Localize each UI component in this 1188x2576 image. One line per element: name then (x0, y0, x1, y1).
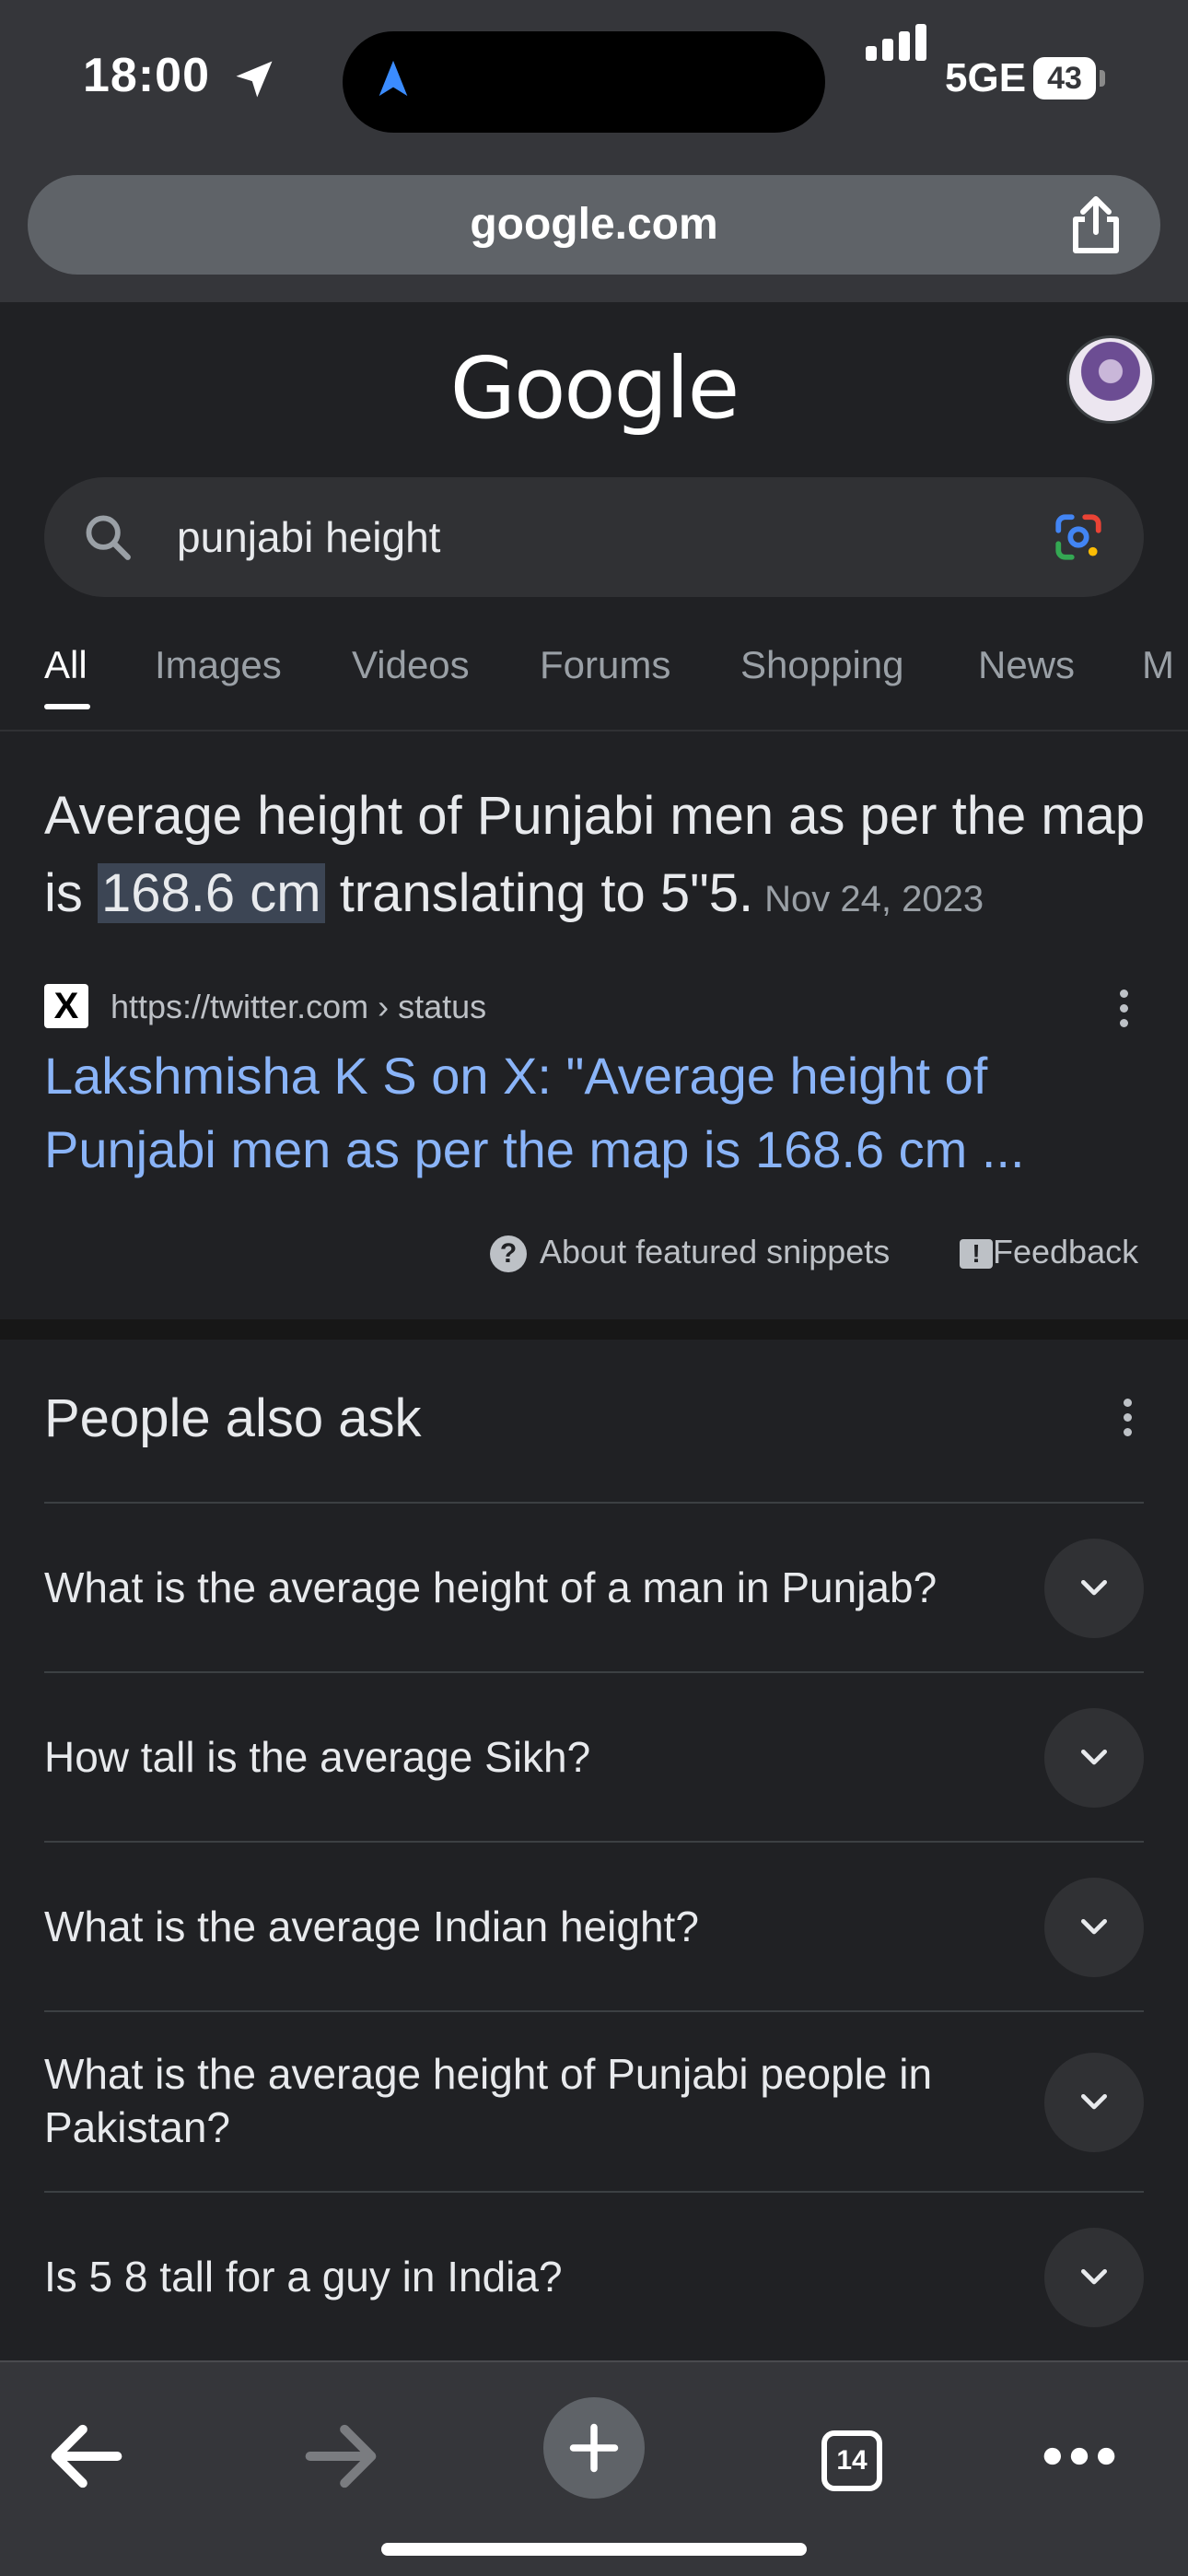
forward-arrow-icon[interactable] (295, 2410, 387, 2502)
network-label: 5GE (945, 55, 1027, 100)
address-bar[interactable]: google.com (28, 175, 1160, 275)
people-also-ask-list: What is the average height of a man in P… (44, 1502, 1144, 2360)
tab-count: 14 (821, 2430, 882, 2491)
battery-icon: 43 (1033, 57, 1096, 100)
dynamic-island (343, 31, 825, 133)
chevron-down-icon (1081, 1919, 1107, 1935)
chevron-down-icon (1081, 2269, 1107, 2285)
paa-item[interactable]: What is the average height of a man in P… (44, 1502, 1144, 1671)
google-header: Google (0, 302, 1188, 477)
more-options-icon[interactable] (1105, 982, 1142, 1037)
paa-item[interactable]: Is 5 8 tall for a guy in India? (44, 2191, 1144, 2360)
active-tab-indicator (44, 704, 90, 709)
snippet-highlight: 168.6 cm (98, 863, 325, 923)
tab-shopping[interactable]: Shopping (740, 643, 904, 687)
status-time: 18:00 (83, 49, 210, 102)
tab-more[interactable]: M (1142, 643, 1174, 687)
new-tab-button[interactable] (543, 2397, 645, 2499)
paa-item[interactable]: What is the average Indian height? (44, 1841, 1144, 2010)
snippet-text-after: translating to 5"5. (324, 863, 754, 923)
paa-more-options-icon[interactable] (1109, 1391, 1146, 1446)
paa-question[interactable]: What is the average height of a man in P… (44, 1561, 1002, 1614)
tab-images[interactable]: Images (155, 643, 282, 687)
about-featured-snippets-link[interactable]: ? About featured snippets (490, 1233, 891, 1273)
expand-button[interactable] (1044, 1539, 1144, 1638)
source-url[interactable]: https://twitter.com › status (111, 988, 486, 1026)
expand-button[interactable] (1044, 1708, 1144, 1808)
search-icon[interactable] (81, 510, 134, 564)
paa-item[interactable]: What is the average height of Punjabi pe… (44, 2010, 1144, 2191)
paa-question[interactable]: How tall is the average Sikh? (44, 1730, 1002, 1784)
google-lens-icon[interactable] (1052, 510, 1105, 564)
search-tabs: All Images Videos Forums Shopping News M (0, 636, 1188, 732)
paa-question[interactable]: What is the average Indian height? (44, 1900, 1002, 1953)
tab-forums[interactable]: Forums (540, 643, 670, 687)
avatar[interactable] (1066, 335, 1155, 424)
chevron-down-icon (1081, 2094, 1107, 2110)
navigation-icon (379, 60, 408, 97)
search-input[interactable]: punjabi height (177, 512, 440, 562)
search-box[interactable]: punjabi height (44, 477, 1144, 597)
feedback-label: Feedback (993, 1233, 1139, 1270)
snippet-meta-row: ? About featured snippets ! Feedback (0, 1225, 1188, 1281)
people-also-ask-title: People also ask (44, 1388, 422, 1448)
back-arrow-icon[interactable] (41, 2410, 133, 2502)
snippet-date: Nov 24, 2023 (764, 879, 984, 919)
plus-icon (569, 2423, 619, 2473)
share-icon[interactable] (1066, 193, 1125, 256)
more-menu-icon[interactable] (1033, 2410, 1125, 2502)
tab-news[interactable]: News (978, 643, 1075, 687)
x-logo-icon[interactable]: X (44, 984, 88, 1028)
url-text[interactable]: google.com (28, 199, 1160, 250)
google-logo[interactable]: Google (0, 339, 1188, 438)
chevron-down-icon (1081, 1750, 1107, 1765)
featured-snippet-text: Average height of Punjabi men as per the… (44, 778, 1149, 938)
result-link[interactable]: Lakshmisha K S on X: "Average height of … (44, 1039, 1149, 1187)
section-divider (0, 1319, 1188, 1340)
feedback-icon: ! (960, 1239, 993, 1270)
source-row: X https://twitter.com › status (44, 982, 1149, 1030)
tab-all[interactable]: All (44, 643, 87, 687)
battery-tip (1100, 70, 1105, 87)
paa-question[interactable]: What is the average height of Punjabi pe… (44, 2047, 1002, 2154)
expand-button[interactable] (1044, 1878, 1144, 1977)
location-arrow-icon (236, 61, 273, 98)
chevron-down-icon (1081, 1580, 1107, 1596)
paa-item[interactable]: How tall is the average Sikh? (44, 1671, 1144, 1841)
tab-videos[interactable]: Videos (352, 643, 470, 687)
expand-button[interactable] (1044, 2053, 1144, 2152)
about-label: About featured snippets (540, 1233, 891, 1270)
expand-button[interactable] (1044, 2228, 1144, 2327)
browser-chrome: 18:00 5GE 43 google.com (0, 0, 1188, 302)
help-icon: ? (490, 1235, 527, 1273)
tab-switcher-button[interactable]: 14 (801, 2410, 893, 2502)
feedback-link[interactable]: ! Feedback (960, 1233, 1138, 1271)
paa-question[interactable]: Is 5 8 tall for a guy in India? (44, 2250, 1002, 2303)
home-indicator[interactable] (381, 2543, 807, 2556)
